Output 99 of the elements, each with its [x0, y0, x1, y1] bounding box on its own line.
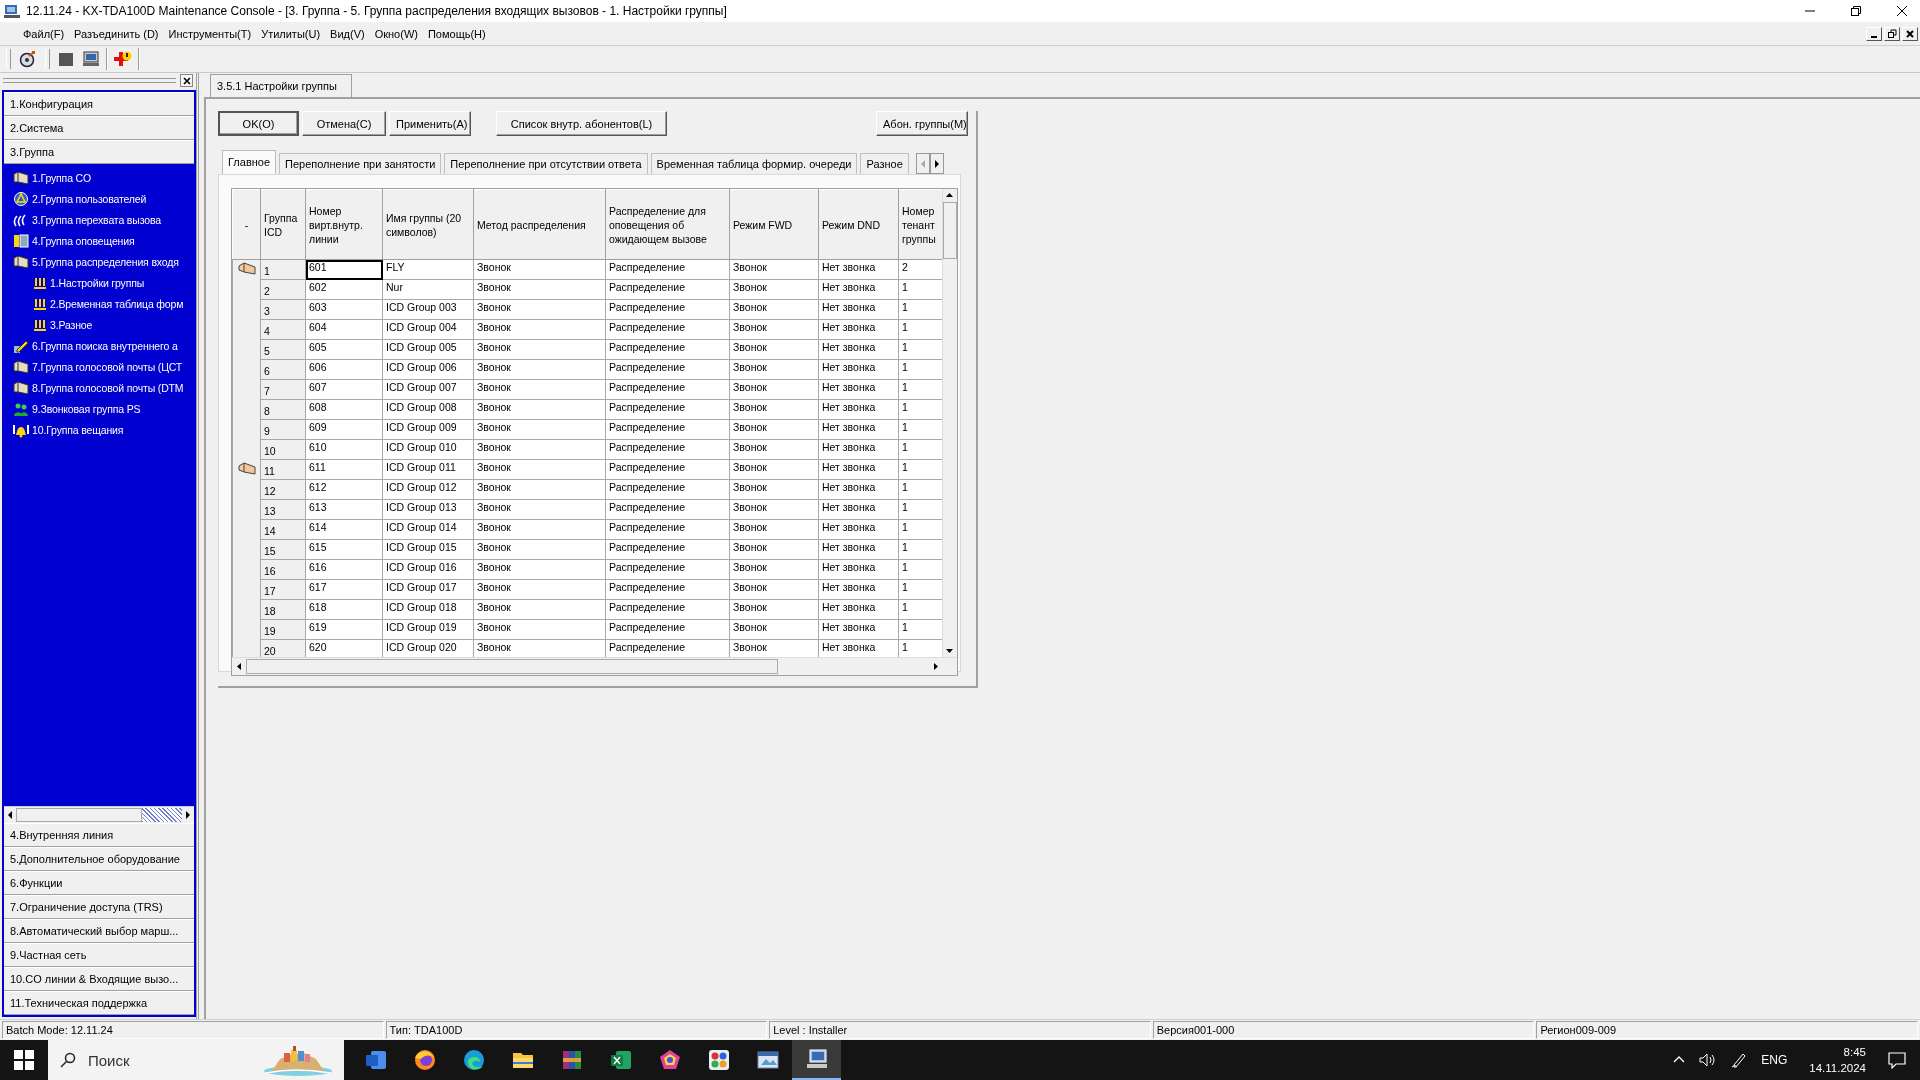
menu-item[interactable]: Разъединить (D) [69, 27, 164, 40]
tab[interactable]: Разное [860, 153, 909, 174]
section-button[interactable]: 1.Конфигурация [4, 92, 194, 116]
menu-item[interactable]: Инструменты(T) [163, 27, 257, 40]
section-button[interactable]: 2.Система [4, 116, 194, 140]
tab[interactable]: Главное [222, 150, 277, 174]
menu-item[interactable]: Помощь(H) [422, 27, 491, 40]
computer-icon[interactable] [80, 49, 102, 69]
grid-icon [33, 317, 47, 332]
section-button[interactable]: 6.Функции [4, 871, 194, 895]
tree-item[interactable]: 1.Группа CO [4, 167, 194, 188]
restore-icon[interactable] [1850, 5, 1862, 17]
grid-icon [33, 275, 47, 290]
scroll-thumb[interactable] [943, 202, 957, 259]
tree-item[interactable]: 6.Группа поиска внутреннего а [4, 335, 194, 356]
menu-item[interactable]: Вид(V) [325, 27, 370, 40]
grid-icon [33, 296, 47, 311]
tree-item[interactable]: 1.Настройки группы [4, 272, 194, 293]
swirl-icon [462, 1049, 485, 1071]
right-arrow-icon[interactable] [933, 159, 940, 168]
tree-item[interactable]: 2.Группа пользователей [4, 188, 194, 209]
stack-icon [560, 1049, 583, 1071]
dialog-button[interactable]: Абон. группы(M) [876, 111, 968, 136]
search-icon [60, 1052, 76, 1068]
column-header[interactable]: Номер вирт.внутр. линии [305, 189, 383, 260]
column-header[interactable]: Имя группы (20 символов) [382, 189, 474, 260]
tab[interactable]: Временная таблица формир. очереди [650, 153, 858, 174]
app-icon [4, 4, 20, 18]
column-header[interactable]: Распределение для оповещения об ожидающем вызове [605, 189, 730, 260]
menu-item[interactable]: Утилиты(U) [256, 27, 326, 40]
language-indicator[interactable]: ENG [1761, 1053, 1788, 1067]
folder-icon [13, 169, 29, 186]
tree-item[interactable]: 8.Группа голосовой почты (DTM [4, 377, 194, 398]
status-field: Версия001-000 [1152, 1021, 1535, 1039]
column-header[interactable]: Режим DND [818, 189, 899, 260]
speaker-icon[interactable] [1699, 1052, 1718, 1068]
section-button[interactable]: 11.Техническая поддержка [4, 991, 194, 1015]
tree-item[interactable]: 9.Звонковая группа PS [4, 398, 194, 419]
vertical-scrollbar[interactable] [942, 189, 957, 657]
ring-icon [13, 190, 29, 207]
tab[interactable]: Переполнение при отсутствии ответа [444, 153, 648, 174]
status-field: Level : Installer [769, 1021, 1151, 1039]
folder-icon [511, 1050, 534, 1070]
tree-item[interactable]: 3.Группа перехвата вызова [4, 209, 194, 230]
close-icon[interactable] [1896, 5, 1908, 17]
browser-icon [413, 1049, 436, 1071]
status-field: Batch Mode: 12.11.24 [2, 1021, 384, 1039]
horizontal-scrollbar[interactable] [4, 806, 194, 823]
column-header[interactable]: Номер тенант группы [898, 189, 942, 260]
dialog-button[interactable]: OK(O) [218, 111, 299, 136]
tab[interactable]: Переполнение при занятости [279, 153, 442, 174]
horizontal-scrollbar[interactable] [232, 657, 957, 675]
column-header[interactable]: Метод распределения [473, 189, 606, 260]
column-header[interactable]: Режим FWD [729, 189, 819, 260]
menu-item[interactable]: Файл(F) [18, 27, 70, 40]
notification-icon[interactable] [1888, 1051, 1906, 1069]
tree-item[interactable]: 3.Разное [4, 314, 194, 335]
tree-item[interactable]: 4.Группа оповещения [4, 230, 194, 251]
document-tab[interactable]: 3.5.1 Настройки группы [210, 74, 352, 97]
clock-time[interactable]: 8:45 [1843, 1044, 1866, 1060]
status-field: Тип: TDA100D [385, 1021, 768, 1039]
dialog-button[interactable]: Применить(A) [389, 111, 471, 136]
taskbar-app[interactable] [792, 1040, 841, 1080]
console-icon [805, 1048, 828, 1070]
document-icon [364, 1049, 387, 1071]
column-header[interactable]: Группа ICD [260, 189, 306, 260]
minimize-button[interactable] [1866, 26, 1882, 41]
section-button[interactable]: 10.CO линии & Входящие вызо... [4, 967, 194, 991]
folder-icon [237, 460, 256, 475]
section-button[interactable]: 7.Ограничение доступа (TRS) [4, 895, 194, 919]
spreadsheet-icon [609, 1049, 632, 1071]
folder-icon [13, 358, 29, 375]
window-icon [756, 1049, 779, 1071]
dialog-button[interactable]: Список внутр. абонентов(L) [496, 111, 667, 136]
folder-icon [237, 260, 256, 275]
palette-icon [707, 1049, 730, 1071]
window-title: 12.11.24 - KX-TDA100D Maintenance Console - [3. Группа - 5. Группа распределения входящих вызовов - 1. Настройки группы] [26, 4, 727, 18]
tree-item[interactable]: 7.Группа голосовой почты (ЦСТ [4, 356, 194, 377]
pentagon-icon [658, 1049, 681, 1071]
panel-icon [13, 232, 29, 249]
section-button[interactable]: 5.Дополнительное оборудование [4, 847, 194, 871]
section-button[interactable]: 8.Автоматический выбор марш... [4, 919, 194, 943]
section-button[interactable]: 9.Частная сеть [4, 943, 194, 967]
section-button[interactable]: 4.Внутренняя линия [4, 823, 194, 847]
dialog-button[interactable]: Отмена(C) [302, 111, 386, 136]
tree-item[interactable]: 5.Группа распределения входя [4, 251, 194, 272]
tree-item[interactable]: 2.Временная таблица форм [4, 293, 194, 314]
pen-icon[interactable] [1731, 1052, 1748, 1068]
clock-date[interactable]: 14.11.2024 [1809, 1060, 1866, 1076]
column-header[interactable]: - [232, 189, 261, 260]
search-field[interactable]: Поиск [48, 1040, 344, 1080]
folder-icon [13, 253, 29, 270]
tree-item[interactable]: 10.Группа вещания [4, 419, 194, 440]
folder-icon [13, 379, 29, 396]
menu-item[interactable]: Окно(W) [369, 27, 423, 40]
wave-icon [13, 211, 29, 228]
close-icon[interactable] [1906, 29, 1914, 38]
status-field: Регион009-009 [1536, 1021, 1918, 1039]
windows-icon[interactable] [14, 1050, 34, 1070]
